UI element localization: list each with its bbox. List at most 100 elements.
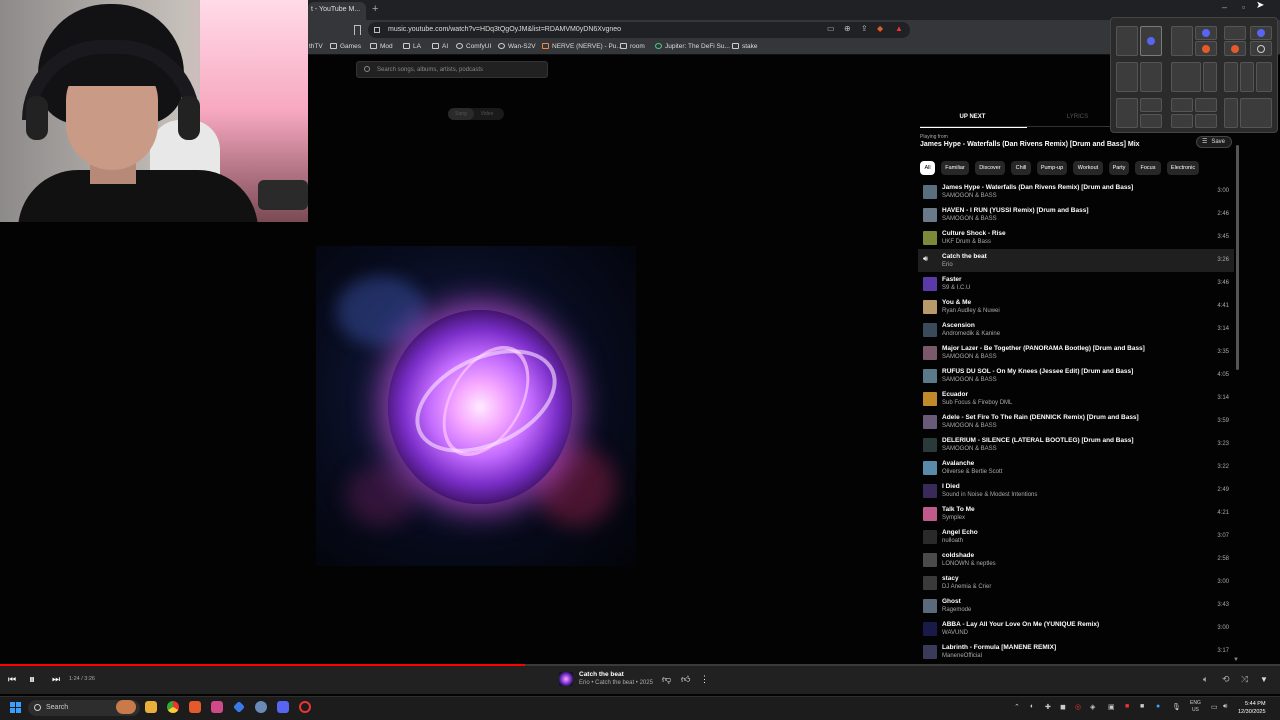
tray-app-icon[interactable]: ● bbox=[1156, 703, 1160, 710]
bookmark-item[interactable]: Jupiter: The DeFi Su... bbox=[655, 43, 730, 50]
new-tab-icon[interactable]: + bbox=[372, 3, 378, 15]
bookmark-item[interactable]: ComfyUI bbox=[456, 43, 491, 50]
share-icon[interactable]: ⇪ bbox=[861, 24, 868, 33]
like-icon[interactable]: 👍︎ bbox=[681, 674, 690, 685]
queue-row[interactable]: DELERIUM - SILENCE (LATERAL BOOTLEG) [Dr… bbox=[918, 433, 1234, 456]
snap-zone[interactable] bbox=[1116, 26, 1138, 56]
queue-row[interactable]: coldshade LONOWN & neptles 2:58 bbox=[918, 548, 1234, 571]
now-playing-title[interactable]: Catch the beat bbox=[579, 671, 624, 678]
queue-row[interactable]: Faster S9 & I.C.U 3:46 bbox=[918, 272, 1234, 295]
song-toggle[interactable]: Song bbox=[448, 108, 474, 120]
browser-tab[interactable]: t - YouTube M... bbox=[308, 2, 366, 20]
queue-row[interactable]: HAVEN - I RUN (YUSSI Remix) [Drum and Ba… bbox=[918, 203, 1234, 226]
queue-row[interactable]: Major Lazer - Be Together (PANORAMA Boot… bbox=[918, 341, 1234, 364]
previous-icon[interactable]: ⏮ bbox=[8, 674, 16, 685]
queue-row[interactable]: I Died Sound in Noise & Modest Intentions… bbox=[918, 479, 1234, 502]
queue-row[interactable]: RÜFÜS DU SOL - On My Knees (Jessee Edit)… bbox=[918, 364, 1234, 387]
repeat-icon[interactable]: ⟲ bbox=[1222, 674, 1230, 685]
chip-chill[interactable]: Chill bbox=[1011, 161, 1031, 175]
snap-zone[interactable] bbox=[1140, 98, 1162, 112]
snap-zone[interactable] bbox=[1171, 98, 1193, 112]
music-search-input[interactable]: Search songs, albums, artists, podcasts bbox=[356, 61, 548, 78]
zoom-icon[interactable]: ⊕ bbox=[844, 24, 851, 33]
snap-zone[interactable] bbox=[1116, 98, 1138, 128]
show-hidden-icons[interactable]: ⌃ bbox=[1014, 703, 1020, 711]
queue-row[interactable]: 🔊︎ Catch the beat Erio 3:26 bbox=[918, 249, 1234, 272]
snap-zone[interactable] bbox=[1195, 98, 1217, 112]
tray-app-icon[interactable]: ■ bbox=[1140, 703, 1144, 710]
windows-start-icon[interactable] bbox=[10, 702, 21, 713]
snap-zone[interactable] bbox=[1203, 62, 1217, 92]
settings-icon[interactable] bbox=[255, 701, 267, 713]
queue-row[interactable]: James Hype - Waterfalls (Dan Rivens Remi… bbox=[918, 180, 1234, 203]
queue-row[interactable]: You & Me Ryan Audley & Nuwei 4:41 bbox=[918, 295, 1234, 318]
next-icon[interactable]: ⏭ bbox=[52, 674, 60, 685]
snap-zone[interactable] bbox=[1195, 41, 1217, 56]
queue-row[interactable]: Avalanche Oliverse & Bertie Scott 3:22 bbox=[918, 456, 1234, 479]
queue-scrollbar[interactable] bbox=[1236, 145, 1239, 370]
chip-familiar[interactable]: Familiar bbox=[941, 161, 969, 175]
maximize-icon[interactable]: ▫ bbox=[1242, 2, 1245, 12]
brave-nightly-icon[interactable] bbox=[211, 701, 223, 713]
bookmark-item[interactable]: stake bbox=[732, 43, 758, 50]
snap-zone[interactable] bbox=[1250, 26, 1272, 40]
snap-zone[interactable] bbox=[1240, 98, 1272, 128]
queue-row[interactable]: Ghost Ragemode 3:43 bbox=[918, 594, 1234, 617]
snap-zone[interactable] bbox=[1116, 62, 1138, 92]
queue-row[interactable]: Labrinth - Formula [MANENE REMIX] ManeneO… bbox=[918, 640, 1234, 663]
site-info-icon[interactable] bbox=[374, 27, 380, 33]
bookmark-item[interactable]: LA bbox=[403, 43, 421, 50]
chrome-icon[interactable] bbox=[167, 701, 179, 713]
discord-icon[interactable] bbox=[277, 701, 289, 713]
queue-row[interactable]: stacy DJ Anemia & Crier 3:00 bbox=[918, 571, 1234, 594]
snap-zone[interactable] bbox=[1224, 26, 1246, 40]
bookmark-icon[interactable] bbox=[354, 25, 361, 35]
tray-app-icon[interactable]: ◼ bbox=[1060, 703, 1066, 711]
queue-row[interactable]: Ecuador Sub Focus & Fireboy DML 3:14 bbox=[918, 387, 1234, 410]
chip-workout[interactable]: Workout bbox=[1073, 161, 1103, 175]
snap-zone[interactable] bbox=[1240, 62, 1254, 92]
tray-app-icon[interactable]: ◎ bbox=[1075, 703, 1081, 711]
more-options-icon[interactable]: ⋮ bbox=[700, 674, 709, 685]
brave-shield-icon[interactable]: ◆ bbox=[877, 24, 883, 33]
cast-icon[interactable]: ▭ bbox=[827, 24, 835, 33]
pause-icon[interactable]: ⏸ bbox=[29, 672, 35, 687]
rewards-icon[interactable]: ▲ bbox=[895, 24, 903, 33]
snap-zone[interactable] bbox=[1140, 114, 1162, 128]
chip-electronic[interactable]: Electronic bbox=[1167, 161, 1199, 175]
bookmark-item[interactable]: thTV bbox=[309, 43, 323, 50]
snap-zone[interactable] bbox=[1224, 41, 1246, 56]
snap-zone[interactable] bbox=[1140, 26, 1162, 56]
video-toggle[interactable]: Video bbox=[474, 108, 500, 120]
tab-up-next[interactable]: UP NEXT bbox=[920, 114, 1027, 128]
song-video-toggle[interactable]: Song Video bbox=[448, 108, 504, 120]
now-playing-thumbnail[interactable] bbox=[559, 672, 573, 686]
tray-app-icon[interactable]: ◈ bbox=[1090, 703, 1095, 711]
bookmark-item[interactable]: Games bbox=[330, 43, 361, 50]
scroll-down-icon[interactable]: ▼ bbox=[1233, 657, 1239, 663]
tray-app-icon[interactable]: ■ bbox=[1125, 703, 1129, 710]
file-explorer-icon[interactable] bbox=[145, 701, 157, 713]
bookmark-item[interactable]: room bbox=[620, 43, 645, 50]
queue-row[interactable]: Talk To Me Symplex 4:21 bbox=[918, 502, 1234, 525]
chip-all[interactable]: All bbox=[920, 161, 935, 175]
tray-app-icon[interactable]: ✚ bbox=[1045, 703, 1051, 711]
bookmark-item[interactable]: NERVE (NERVE) - Pu... bbox=[542, 43, 622, 50]
language-indicator[interactable]: ENG US bbox=[1190, 700, 1201, 714]
dislike-icon[interactable]: 👎︎ bbox=[662, 674, 671, 685]
network-icon[interactable]: ▭ bbox=[1211, 703, 1218, 711]
volume-icon[interactable]: 🔊︎ bbox=[1223, 703, 1227, 711]
chip-party[interactable]: Party bbox=[1109, 161, 1129, 175]
chip-pump-up[interactable]: Pump-up bbox=[1037, 161, 1067, 175]
minimize-icon[interactable]: – bbox=[1222, 2, 1227, 12]
microphone-icon[interactable]: 🎙︎ bbox=[1172, 703, 1181, 711]
queue-row[interactable]: Culture Shock - Rise UKF Drum & Bass 3:45 bbox=[918, 226, 1234, 249]
system-clock[interactable]: 5:44 PM 12/30/2025 bbox=[1238, 700, 1266, 716]
snap-zone[interactable] bbox=[1140, 62, 1162, 92]
queue-row[interactable]: ABBA - Lay All Your Love On Me (YUNIQUE … bbox=[918, 617, 1234, 640]
snap-zone[interactable] bbox=[1195, 26, 1217, 40]
volume-icon[interactable]: 🔈︎ bbox=[1203, 674, 1208, 685]
chip-focus[interactable]: Focus bbox=[1135, 161, 1161, 175]
snap-zone[interactable] bbox=[1171, 62, 1201, 92]
tray-app-icon[interactable]: ▣ bbox=[1108, 703, 1115, 711]
